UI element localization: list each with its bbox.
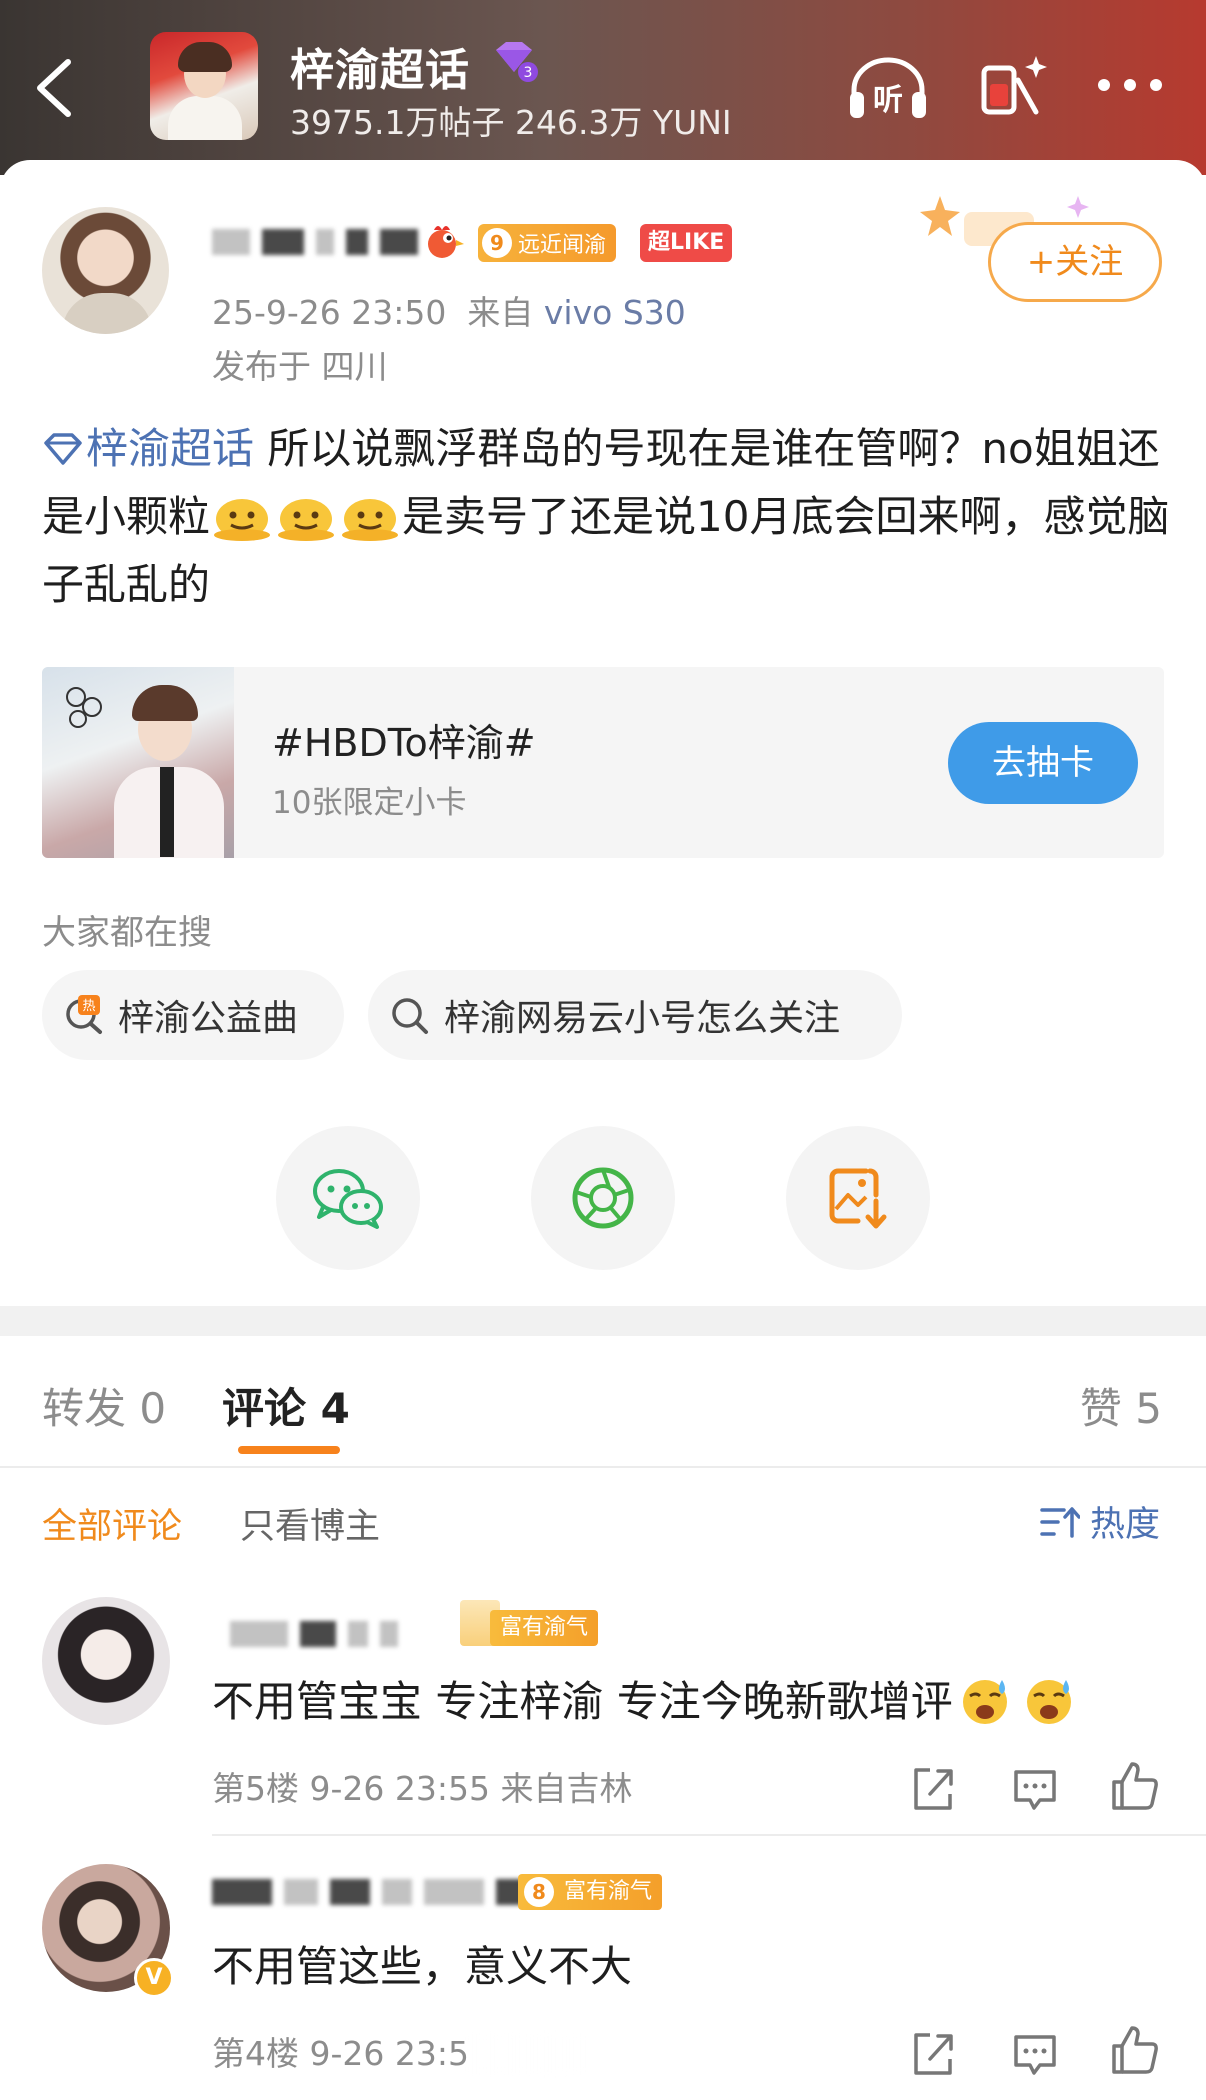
follow-button[interactable]: +关注	[988, 222, 1162, 302]
verified-badge: V	[134, 1958, 174, 1998]
save-image-button[interactable]	[786, 1126, 930, 1270]
post-time-source: 25-9-26 23:50 来自 vivo S30	[212, 293, 686, 332]
post-content: 梓渝超话 所以说飘浮群岛的号现在是谁在管啊？no姐姐还是小颗粒 是卖号了还是说10…	[42, 424, 1170, 609]
moments-aperture-icon	[572, 1167, 634, 1229]
tab-likes[interactable]: 赞 5	[1080, 1375, 1162, 1436]
rooster-icon	[428, 226, 464, 258]
headphones-icon: 听	[850, 57, 926, 118]
melting-face-emoji-icon	[214, 499, 271, 541]
commenter-name-obscured[interactable]	[212, 1878, 536, 1906]
share-wechat-button[interactable]	[276, 1126, 420, 1270]
diamond-level-icon: 3	[496, 42, 538, 82]
author-name-obscured[interactable]	[212, 228, 418, 256]
comment-bubble-icon	[1014, 1770, 1056, 1810]
fan-level-badge: 9 远近闻渝	[478, 224, 617, 262]
supertopic-stats: 3975.1万帖子 246.3万 YUNI	[290, 103, 732, 142]
author-avatar[interactable]	[42, 207, 169, 334]
photocard-promo-card[interactable]: #HBDTo梓渝# 10张限定小卡 去抽卡	[42, 667, 1164, 858]
check-in-card-button[interactable]	[978, 50, 1050, 122]
trending-search-chip[interactable]: 热 梓渝公益曲	[42, 970, 344, 1060]
commenter-name-obscured[interactable]	[230, 1620, 398, 1648]
search-icon	[392, 998, 428, 1034]
listen-button[interactable]: 听	[846, 52, 930, 124]
active-tab-indicator	[238, 1446, 340, 1454]
comment-divider	[212, 1834, 1206, 1836]
trending-search-label: 大家都在搜	[42, 913, 212, 953]
draw-card-button[interactable]: 去抽卡	[948, 722, 1138, 804]
share-comment-button[interactable]	[908, 2029, 958, 2079]
reply-comment-button[interactable]	[1010, 2029, 1060, 2079]
share-comment-button[interactable]	[908, 1764, 958, 1814]
supertopic-cover-image[interactable]	[150, 32, 258, 140]
more-dots-icon	[1098, 79, 1162, 91]
more-options-button[interactable]	[1090, 70, 1170, 100]
save-image-icon	[829, 1168, 887, 1229]
svg-text:3: 3	[524, 65, 533, 81]
commenter-avatar[interactable]	[42, 1597, 170, 1725]
svg-text:热: 热	[82, 999, 95, 1014]
thumbs-up-icon	[1112, 1762, 1158, 1810]
tab-comments[interactable]: 评论 4	[222, 1375, 350, 1436]
wechat-icon	[313, 1169, 383, 1229]
super-like-badge: 超LIKE	[640, 224, 733, 262]
comment-meta: 第4楼 9-26 23:5	[212, 2027, 882, 2075]
promo-card-title: #HBDTo梓渝#	[272, 721, 536, 765]
svg-text:听: 听	[873, 83, 903, 118]
external-share-icon	[914, 2033, 953, 2075]
anxious-sweat-emoji-icon	[962, 1680, 1007, 1724]
supertopic-header: 梓渝超话 3 3975.1万帖子 246.3万 YUNI 听	[0, 0, 1206, 175]
tab-reposts[interactable]: 转发 0	[42, 1375, 166, 1436]
share-moments-button[interactable]	[531, 1126, 675, 1270]
back-arrow-icon	[37, 59, 71, 117]
like-comment-button[interactable]	[1110, 2024, 1160, 2074]
comment-bubble-icon	[1014, 2035, 1056, 2075]
comment-text: 不用管这些，意义不大	[212, 1942, 633, 1991]
anxious-sweat-emoji-icon	[1026, 1680, 1071, 1724]
supertopic-title[interactable]: 梓渝超话	[290, 34, 470, 98]
diamond-topic-icon	[44, 433, 82, 465]
flower-doodle-icon	[66, 687, 102, 728]
fan-tag-badge: 8 富有渝气	[518, 1874, 663, 1910]
sort-by-hot-button[interactable]: 热度	[1040, 1496, 1160, 1547]
external-share-icon	[914, 1768, 953, 1810]
promo-card-subtitle: 10张限定小卡	[272, 785, 467, 821]
tabs-divider	[0, 1466, 1206, 1468]
trending-search-chip[interactable]: 梓渝网易云小号怎么关注	[368, 970, 902, 1060]
sort-icon	[1040, 1506, 1080, 1538]
filter-all-comments[interactable]: 全部评论	[42, 1498, 182, 1549]
post-location: 发布于 四川	[212, 347, 388, 386]
melting-face-emoji-icon	[278, 499, 335, 541]
like-comment-button[interactable]	[1110, 1760, 1160, 1810]
fan-tag-badge: 富有渝气	[490, 1610, 599, 1646]
section-divider	[0, 1306, 1206, 1336]
thumbs-up-icon	[1112, 2026, 1158, 2074]
filter-host-only[interactable]: 只看博主	[240, 1498, 380, 1549]
promo-card-image	[42, 667, 234, 858]
comment-text: 不用管宝宝 专注梓渝 专注今晚新歌增评	[212, 1668, 1081, 1729]
back-button[interactable]	[26, 52, 86, 124]
melting-face-emoji-icon	[342, 499, 399, 541]
hot-search-icon: 热	[66, 995, 102, 1034]
card-sparkle-icon	[981, 56, 1047, 115]
comment-meta: 第5楼 9-26 23:55 来自吉林	[212, 1769, 633, 1808]
reply-comment-button[interactable]	[1010, 1764, 1060, 1814]
supertopic-link[interactable]: 梓渝超话	[42, 424, 254, 473]
